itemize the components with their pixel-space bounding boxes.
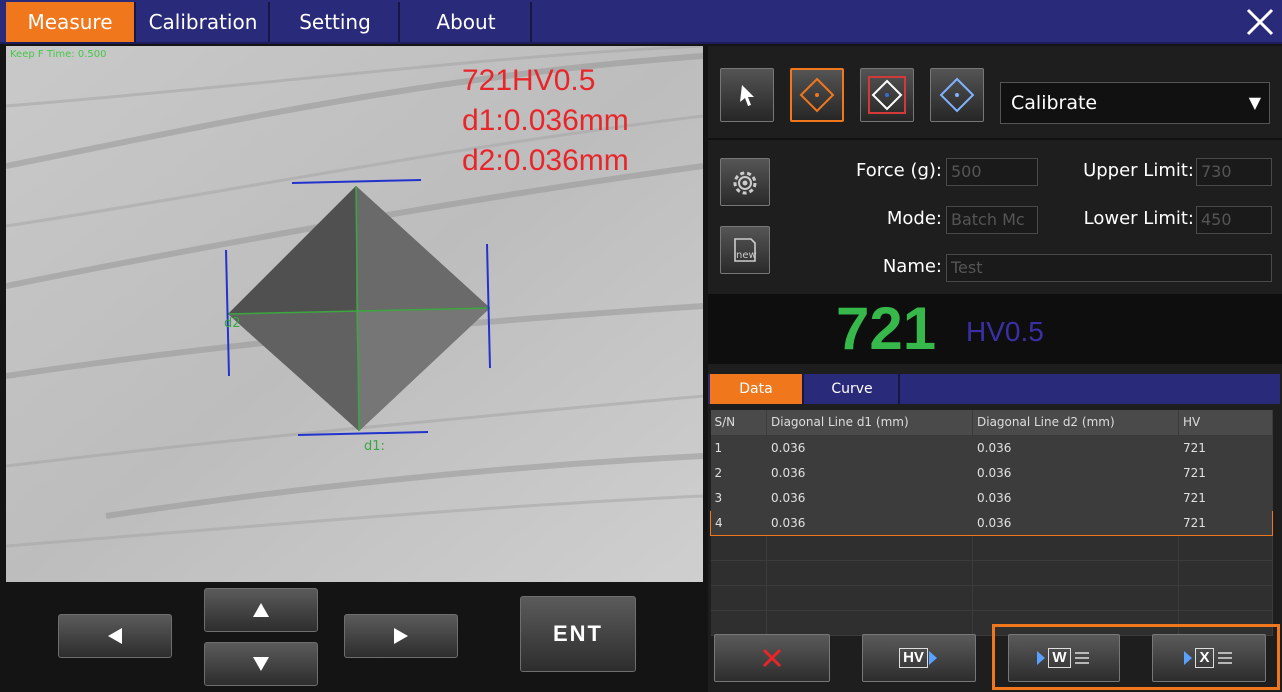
table-row[interactable]: 1 0.036 0.036 721 — [710, 435, 1273, 461]
cell-d1: 0.036 — [766, 485, 973, 511]
word-icon: W — [1048, 648, 1071, 668]
diamond-measure-icon — [799, 77, 835, 113]
panel-divider — [708, 138, 1282, 140]
lines-icon — [1217, 652, 1232, 664]
cell-d2: 0.036 — [972, 485, 1179, 511]
pointer-arrow-icon — [740, 85, 754, 106]
table-row[interactable]: 3 0.036 0.036 721 — [710, 485, 1273, 511]
dropdown-arrow-icon: ▼ — [1248, 93, 1261, 112]
auto-measure-tool-button[interactable] — [930, 68, 984, 122]
table-header: S/N Diagonal Line d1 (mm) Diagonal Line … — [710, 410, 1273, 436]
cell-hv: 721 — [1178, 509, 1273, 536]
tab-measure[interactable]: Measure — [6, 2, 136, 42]
triangle-right-icon — [394, 628, 408, 644]
table-row-selected[interactable]: 4 0.036 0.036 721 — [710, 509, 1273, 536]
cell-hv: 721 — [1178, 435, 1273, 461]
manual-measure-tool-button[interactable] — [790, 68, 844, 122]
arrow-right-icon — [928, 651, 937, 665]
move-down-button[interactable] — [204, 642, 318, 686]
cell-sn: 4 — [710, 509, 767, 536]
move-left-button[interactable] — [58, 614, 172, 658]
data-tabs: Data Curve — [708, 374, 1280, 404]
result-value: 721 — [836, 295, 937, 362]
diamond-auto-icon — [939, 77, 975, 113]
upper-limit-label: Upper Limit: — [1083, 160, 1194, 181]
svg-text:new: new — [736, 250, 757, 261]
keep-time-label: Keep F Time: 0.500 — [10, 49, 107, 60]
move-up-button[interactable] — [204, 588, 318, 632]
table-row-empty — [710, 535, 1273, 561]
mode-select-value: Calibrate — [1011, 92, 1098, 114]
cell-d1: 0.036 — [766, 435, 973, 461]
move-right-button[interactable] — [344, 614, 458, 658]
table-row[interactable]: 2 0.036 0.036 721 — [710, 460, 1273, 486]
triangle-down-icon — [253, 657, 269, 671]
tab-calibration[interactable]: Calibration — [138, 2, 270, 42]
arrow-right-icon — [1037, 651, 1046, 665]
tab-about[interactable]: About — [402, 2, 532, 42]
export-word-button[interactable]: W — [1008, 634, 1120, 682]
measurement-table: S/N Diagonal Line d1 (mm) Diagonal Line … — [710, 410, 1273, 636]
lower-limit-input[interactable]: 450 — [1196, 206, 1272, 234]
box-measure-tool-button[interactable] — [860, 68, 914, 122]
arrow-right-icon — [1184, 651, 1193, 665]
cell-d1: 0.036 — [766, 460, 973, 486]
tab-setting[interactable]: Setting — [272, 2, 400, 42]
result-display: 721 HV0.5 — [708, 294, 1282, 364]
delete-button[interactable] — [714, 634, 830, 682]
close-red-icon — [762, 648, 782, 668]
cell-d2: 0.036 — [972, 435, 1179, 461]
hv-label-icon: HV — [899, 648, 928, 668]
table-row-empty — [710, 560, 1273, 586]
lines-icon — [1074, 652, 1089, 664]
result-unit: HV0.5 — [966, 316, 1044, 347]
col-header-d2: Diagonal Line d2 (mm) — [972, 410, 1179, 436]
triangle-left-icon — [108, 628, 122, 644]
cell-d1: 0.036 — [766, 509, 973, 536]
force-label: Force (g): — [856, 160, 942, 181]
d2-marker-label: d2 — [224, 316, 241, 331]
cell-hv: 721 — [1178, 460, 1273, 486]
mode-select[interactable]: Calibrate ▼ — [1000, 82, 1270, 124]
gear-icon — [733, 171, 757, 195]
overlay-hardness: 721HV0.5 — [462, 64, 596, 97]
microscope-view[interactable]: Keep F Time: 0.500 721HV0.5 d1:0.036mm d… — [6, 46, 703, 582]
triangle-up-icon — [253, 603, 269, 617]
app-window: Measure Calibration Setting About Keep F… — [0, 0, 1282, 692]
table-row-empty — [710, 585, 1273, 611]
tab-data[interactable]: Data — [710, 374, 804, 404]
new-test-button[interactable]: new — [720, 226, 770, 274]
calc-hv-button[interactable]: HV — [862, 634, 976, 682]
cell-sn: 3 — [710, 485, 767, 511]
upper-limit-input[interactable]: 730 — [1196, 158, 1272, 186]
enter-button[interactable]: ENT — [520, 596, 636, 672]
col-header-d1: Diagonal Line d1 (mm) — [766, 410, 973, 436]
cell-hv: 721 — [1178, 485, 1273, 511]
d1-marker-label: d1: — [364, 439, 385, 454]
excel-icon: X — [1195, 648, 1214, 668]
cell-sn: 2 — [710, 460, 767, 486]
name-label: Name: — [882, 256, 942, 277]
diamond-box-measure-icon — [868, 76, 906, 114]
col-header-sn: S/N — [710, 410, 767, 436]
force-input[interactable]: 500 — [946, 158, 1038, 186]
close-icon[interactable] — [1242, 4, 1278, 40]
export-excel-button[interactable]: X — [1152, 634, 1266, 682]
col-header-hv: HV — [1178, 410, 1273, 436]
overlay-d2: d2:0.036mm — [462, 144, 629, 177]
settings-button[interactable] — [720, 158, 770, 206]
tab-curve[interactable]: Curve — [806, 374, 900, 404]
name-input[interactable]: Test — [946, 254, 1272, 282]
lower-limit-label: Lower Limit: — [1083, 208, 1194, 229]
mode-label: Mode: — [886, 208, 942, 229]
new-file-icon: new — [734, 238, 757, 262]
mode-input[interactable]: Batch Mc — [946, 206, 1038, 234]
cell-d2: 0.036 — [972, 460, 1179, 486]
cell-sn: 1 — [710, 435, 767, 461]
overlay-d1: d1:0.036mm — [462, 104, 629, 137]
menu-bar: Measure Calibration Setting About — [0, 0, 1282, 44]
pointer-tool-button[interactable] — [720, 68, 774, 122]
cell-d2: 0.036 — [972, 509, 1179, 536]
